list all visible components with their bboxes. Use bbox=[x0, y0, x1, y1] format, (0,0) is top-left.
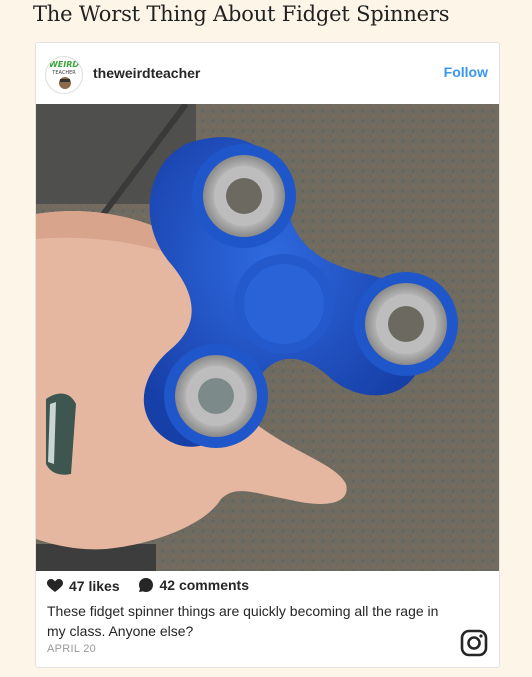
comment-icon bbox=[138, 578, 153, 592]
post-stats: 47 likes 42 comments bbox=[47, 577, 263, 596]
likes-count: 47 likes bbox=[69, 578, 120, 594]
instagram-embed: WEIRD TEACHER theweirdteacher Follow 47 … bbox=[35, 42, 500, 668]
heart-icon bbox=[47, 579, 63, 592]
comments-stat[interactable]: 42 comments bbox=[138, 577, 249, 593]
likes-stat[interactable]: 47 likes bbox=[47, 578, 120, 594]
post-date: APRIL 20 bbox=[47, 643, 97, 655]
article-title: The Worst Thing About Fidget Spinners bbox=[33, 2, 450, 26]
avatar-logo-top: WEIRD bbox=[49, 60, 79, 69]
post-photo[interactable] bbox=[36, 104, 499, 571]
post-caption: These fidget spinner things are quickly … bbox=[47, 603, 439, 639]
comments-count: 42 comments bbox=[159, 577, 249, 593]
follow-button[interactable]: Follow bbox=[444, 64, 488, 80]
instagram-icon[interactable] bbox=[460, 629, 488, 657]
post-header: WEIRD TEACHER theweirdteacher Follow bbox=[36, 43, 499, 103]
username[interactable]: theweirdteacher bbox=[93, 65, 200, 81]
avatar[interactable]: WEIRD TEACHER bbox=[45, 56, 83, 94]
avatar-logo-mid: TEACHER bbox=[51, 70, 76, 76]
